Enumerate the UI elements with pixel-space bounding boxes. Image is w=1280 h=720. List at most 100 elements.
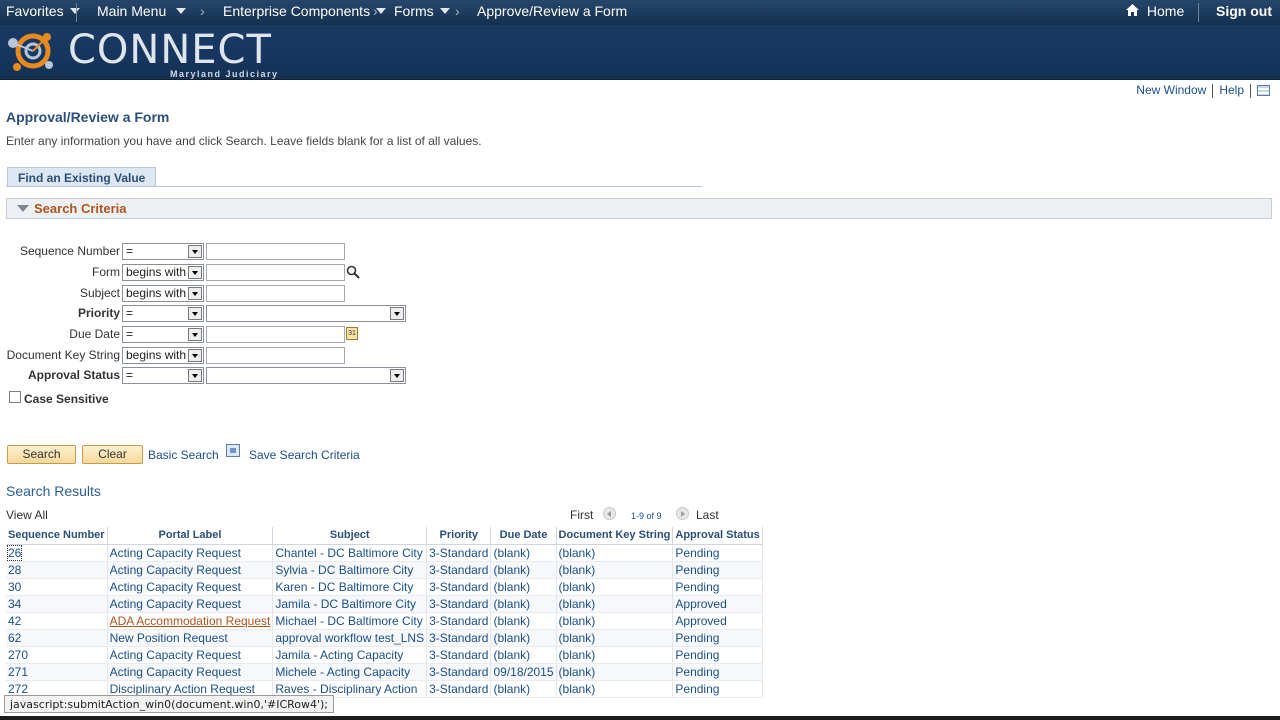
cell-approval-status[interactable]: Pending <box>672 578 763 596</box>
favorites-menu[interactable]: Favorites <box>6 3 80 19</box>
previous-page-icon[interactable] <box>603 507 616 520</box>
cell-sequence-number[interactable]: 34 <box>6 595 108 613</box>
approval-status-select[interactable] <box>206 367 406 384</box>
cell-document-key-string[interactable]: (blank) <box>556 578 674 596</box>
collapse-triangle-icon[interactable] <box>17 205 29 212</box>
dropdown-arrow-icon[interactable] <box>188 369 202 382</box>
case-sensitive-checkbox[interactable] <box>9 391 21 403</box>
column-header-subject[interactable]: Subject <box>272 527 428 545</box>
cell-due-date[interactable]: (blank) <box>490 544 557 562</box>
cell-approval-status[interactable]: Pending <box>672 663 763 681</box>
cell-portal-label[interactable]: Acting Capacity Request <box>107 663 274 681</box>
table-row[interactable]: 26 Acting Capacity Request Chantel - DC … <box>6 544 763 562</box>
cell-subject[interactable]: approval workflow test_LNS <box>272 629 428 647</box>
cell-document-key-string[interactable]: (blank) <box>556 646 674 664</box>
cell-approval-status[interactable]: Pending <box>672 561 763 579</box>
priority-select[interactable] <box>206 305 406 322</box>
cell-document-key-string[interactable]: (blank) <box>556 680 674 698</box>
calendar-icon[interactable]: 31 <box>346 327 358 340</box>
column-header-portal-label[interactable]: Portal Label <box>107 527 274 545</box>
cell-priority[interactable]: 3-Standard <box>426 595 492 613</box>
dropdown-arrow-icon[interactable] <box>390 307 404 320</box>
cell-due-date[interactable]: (blank) <box>490 629 557 647</box>
cell-portal-label[interactable]: Acting Capacity Request <box>107 646 274 664</box>
cell-sequence-number[interactable]: 30 <box>6 578 108 596</box>
due-date-operator[interactable]: = <box>122 326 204 343</box>
form-operator[interactable]: begins with <box>122 264 204 281</box>
cell-portal-label[interactable]: Acting Capacity Request <box>107 578 274 596</box>
cell-approval-status[interactable]: Pending <box>672 680 763 698</box>
cell-due-date[interactable]: (blank) <box>490 561 557 579</box>
search-button[interactable]: Search <box>7 445 76 464</box>
basic-search-link[interactable]: Basic Search <box>148 448 219 462</box>
table-row[interactable]: 34 Acting Capacity Request Jamila - DC B… <box>6 595 763 613</box>
table-row[interactable]: 271 Acting Capacity Request Michele - Ac… <box>6 663 763 681</box>
cell-document-key-string[interactable]: (blank) <box>556 561 674 579</box>
cell-priority[interactable]: 3-Standard <box>426 663 492 681</box>
new-window-link[interactable]: New Window <box>1136 83 1206 97</box>
priority-operator[interactable]: = <box>122 305 204 322</box>
dropdown-arrow-icon[interactable] <box>188 328 202 341</box>
subject-input[interactable] <box>206 285 345 302</box>
cell-document-key-string[interactable]: (blank) <box>556 629 674 647</box>
column-header-approval-status[interactable]: Approval Status <box>672 527 763 545</box>
view-all-link[interactable]: View All <box>6 508 48 522</box>
clear-button[interactable]: Clear <box>82 445 143 464</box>
cell-portal-label[interactable]: Acting Capacity Request <box>107 544 274 562</box>
cell-subject[interactable]: Sylvia - DC Baltimore City <box>272 561 428 579</box>
cell-priority[interactable]: 3-Standard <box>426 629 492 647</box>
cell-subject[interactable]: Michele - Acting Capacity <box>272 663 428 681</box>
cell-approval-status[interactable]: Pending <box>672 646 763 664</box>
dropdown-arrow-icon[interactable] <box>188 266 202 279</box>
cell-subject[interactable]: Chantel - DC Baltimore City <box>272 544 428 562</box>
cell-sequence-number[interactable]: 28 <box>6 561 108 579</box>
lookup-magnifier-icon[interactable] <box>346 265 360 279</box>
document-key-string-operator[interactable]: begins with <box>122 347 204 364</box>
search-criteria-header[interactable]: Search Criteria <box>6 198 1272 219</box>
cell-portal-label[interactable]: Acting Capacity Request <box>107 561 274 579</box>
sequence-number-operator[interactable]: = <box>122 243 204 260</box>
table-row[interactable]: 62 New Position Request approval workflo… <box>6 629 763 647</box>
cell-priority[interactable]: 3-Standard <box>426 578 492 596</box>
next-page-icon[interactable] <box>676 507 689 520</box>
cell-sequence-number[interactable]: 26 <box>6 544 108 562</box>
cell-sequence-number[interactable]: 271 <box>6 663 108 681</box>
cell-approval-status[interactable]: Approved <box>672 612 763 630</box>
breadcrumb-enterprise-components[interactable]: Enterprise Components <box>223 3 387 19</box>
tab-find-existing-value[interactable]: Find an Existing Value <box>7 167 157 187</box>
cell-due-date[interactable]: (blank) <box>490 578 557 596</box>
cell-document-key-string[interactable]: (blank) <box>556 663 674 681</box>
cell-due-date[interactable]: (blank) <box>490 595 557 613</box>
due-date-input[interactable] <box>206 326 345 343</box>
document-key-string-input[interactable] <box>206 347 345 364</box>
save-search-criteria-link[interactable]: Save Search Criteria <box>249 448 360 462</box>
cell-portal-label[interactable]: ADA Accommodation Request <box>107 612 274 630</box>
cell-approval-status[interactable]: Pending <box>672 544 763 562</box>
dropdown-arrow-icon[interactable] <box>188 307 202 320</box>
column-header-sequence-number[interactable]: Sequence Number <box>6 527 108 545</box>
cell-sequence-number[interactable]: 270 <box>6 646 108 664</box>
cell-portal-label[interactable]: Acting Capacity Request <box>107 595 274 613</box>
cell-priority[interactable]: 3-Standard <box>426 680 492 698</box>
table-row[interactable]: 42 ADA Accommodation Request Michael - D… <box>6 612 763 630</box>
table-row[interactable]: 270 Acting Capacity Request Jamila - Act… <box>6 646 763 664</box>
column-header-priority[interactable]: Priority <box>426 527 492 545</box>
cell-portal-label[interactable]: New Position Request <box>107 629 274 647</box>
cell-subject[interactable]: Michael - DC Baltimore City <box>272 612 428 630</box>
help-link[interactable]: Help <box>1219 83 1244 97</box>
column-header-document-key-string[interactable]: Document Key String <box>556 527 674 545</box>
dropdown-arrow-icon[interactable] <box>188 287 202 300</box>
cell-due-date[interactable]: 09/18/2015 <box>490 663 557 681</box>
cell-priority[interactable]: 3-Standard <box>426 544 492 562</box>
cell-document-key-string[interactable]: (blank) <box>556 544 674 562</box>
cell-due-date[interactable]: (blank) <box>490 680 557 698</box>
dropdown-arrow-icon[interactable] <box>188 349 202 362</box>
cell-priority[interactable]: 3-Standard <box>426 646 492 664</box>
personalize-page-icon[interactable] <box>1257 85 1270 97</box>
cell-document-key-string[interactable]: (blank) <box>556 595 674 613</box>
form-input[interactable] <box>206 264 345 281</box>
breadcrumb-approve-review[interactable]: Approve/Review a Form <box>477 3 627 19</box>
dropdown-arrow-icon[interactable] <box>390 369 404 382</box>
cell-priority[interactable]: 3-Standard <box>426 612 492 630</box>
sign-out-link[interactable]: Sign out <box>1216 3 1272 19</box>
